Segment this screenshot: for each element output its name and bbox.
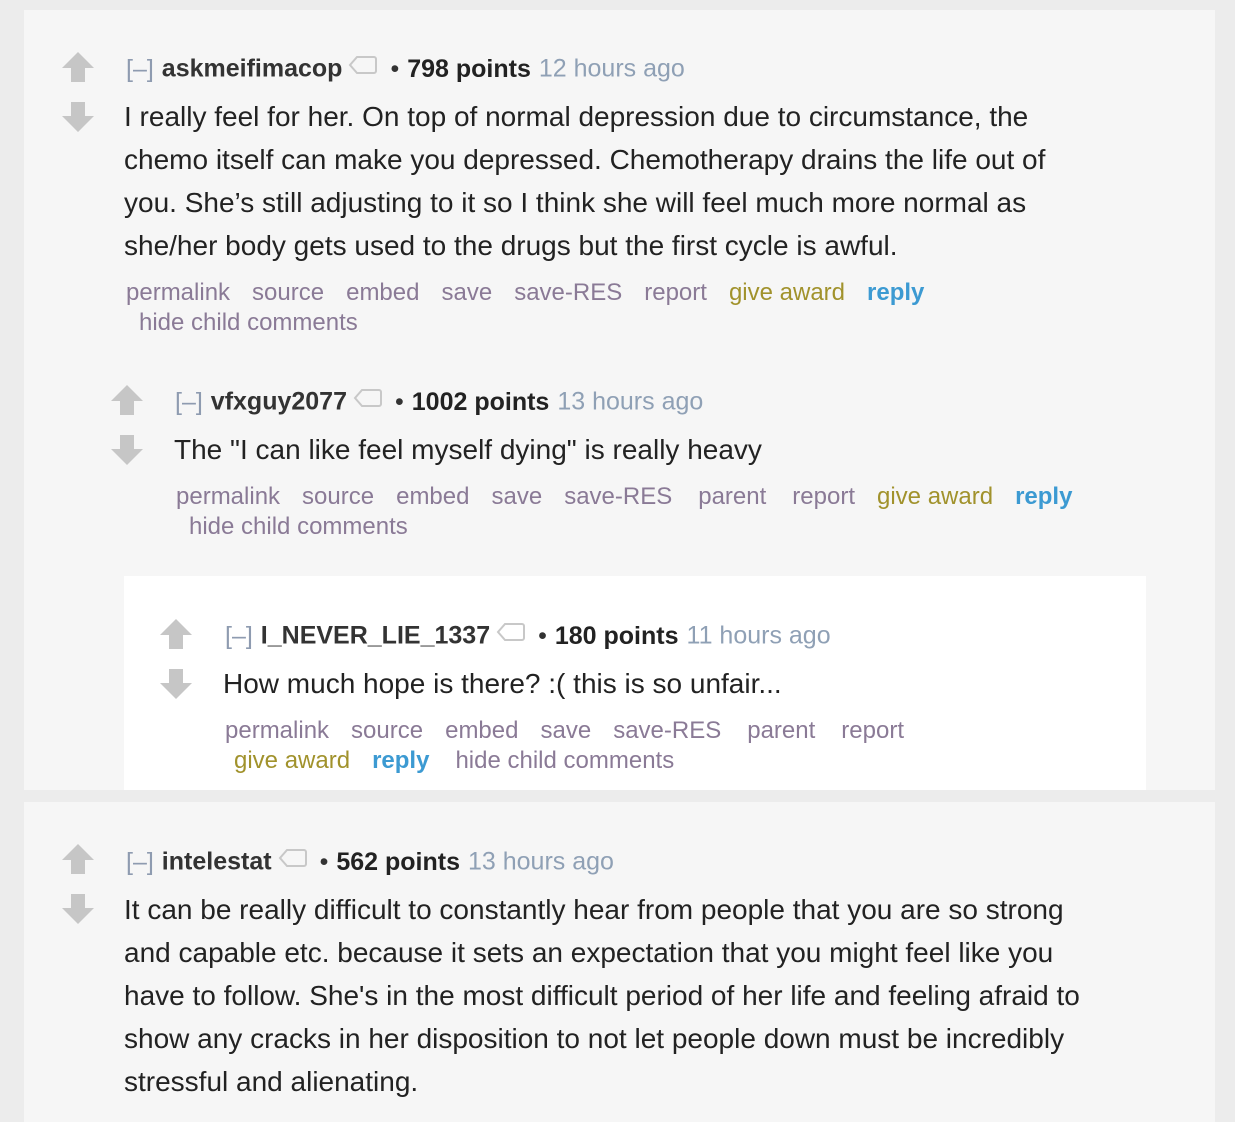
source-link[interactable]: source [252,279,324,306]
comment-buttons-row2: hide child comments [189,512,408,542]
comment-tagline: [–] askmeifimacop • 798 points 12 hours ago [126,52,685,88]
give-award-link[interactable]: give award [234,747,350,774]
embed-link[interactable]: embed [346,279,419,306]
downvote-arrow-icon[interactable] [60,892,96,926]
embed-link[interactable]: embed [396,483,469,510]
upvote-arrow-icon[interactable] [158,617,194,651]
upvote-arrow-icon[interactable] [109,383,145,417]
parent-link[interactable]: parent [747,717,815,744]
comment-body-line: The "I can like feel myself dying" is re… [174,434,762,465]
downvote-arrow-icon[interactable] [60,100,96,134]
collapse-toggle[interactable]: [–] [225,622,253,650]
user-tag-icon[interactable] [353,385,383,415]
comment-body-line: I really feel for her. On top of normal … [124,101,1029,132]
comment-body-line: she/her body gets used to the drugs but … [124,230,898,261]
comment-tagline: [–] I_NEVER_LIE_1337 • 180 points 11 hours a… [225,619,831,655]
comment-timestamp: 13 hours ago [557,387,704,416]
comment-body-line: It can be really difficult to constantly… [124,894,1064,925]
comment-timestamp: 12 hours ago [538,54,685,83]
comment-score: 798 points [407,54,531,83]
comment-tagline: [–] intelestat • 562 points 13 hours ago [126,845,614,881]
report-link[interactable]: report [792,483,855,510]
comment-author[interactable]: vfxguy2077 [211,388,347,416]
report-link[interactable]: report [841,717,904,744]
collapse-toggle[interactable]: [–] [175,388,203,416]
comment-body: How much hope is there? :( this is so un… [223,662,782,705]
reply-link[interactable]: reply [1015,483,1072,510]
save-link[interactable]: save [441,279,492,306]
comment-body-line: and capable etc. because it sets an expe… [124,937,1054,968]
comment-body-line: have to follow. She's in the most diffic… [124,980,1080,1011]
reply-link[interactable]: reply [372,747,429,774]
user-tag-icon[interactable] [496,619,526,649]
give-award-link[interactable]: give award [877,483,993,510]
comment-body-line: chemo itself can make you depressed. Che… [124,144,1046,175]
parent-link[interactable]: parent [698,483,766,510]
report-link[interactable]: report [644,279,707,306]
comment-buttons: permalink source embed save save-RES report gi… [126,278,924,308]
permalink-link[interactable]: permalink [126,279,230,306]
comment-body: I really feel for her. On top of normal … [124,95,1045,267]
give-award-link[interactable]: give award [729,279,845,306]
separator-dot: • [538,621,547,650]
comment-buttons-row2: hide child comments [139,308,358,338]
comment-body: The "I can like feel myself dying" is re… [174,428,762,471]
permalink-link[interactable]: permalink [225,717,329,744]
upvote-arrow-icon[interactable] [60,842,96,876]
upvote-arrow-icon[interactable] [60,50,96,84]
embed-link[interactable]: embed [445,717,518,744]
comment-author[interactable]: I_NEVER_LIE_1337 [261,622,490,650]
permalink-link[interactable]: permalink [176,483,280,510]
save-res-link[interactable]: save-RES [613,717,721,744]
comment-buttons-row2: give award reply hide child comments [234,746,674,776]
comment-body: It can be really difficult to constantly… [124,888,1080,1103]
save-res-link[interactable]: save-RES [514,279,622,306]
save-link[interactable]: save [491,483,542,510]
user-tag-icon[interactable] [278,845,308,875]
collapse-toggle[interactable]: [–] [126,55,154,83]
hide-child-comments-link[interactable]: hide child comments [189,513,408,540]
hide-child-comments-link[interactable]: hide child comments [139,309,358,336]
comment-timestamp: 13 hours ago [467,847,614,876]
comment-score: 562 points [336,847,460,876]
comment-body-line: show any cracks in her disposition to no… [124,1023,1065,1054]
separator-dot: • [390,54,400,83]
collapse-toggle[interactable]: [–] [126,848,154,876]
comment-body-line: you. She’s still adjusting to it so I th… [124,187,1027,218]
hide-child-comments-link[interactable]: hide child comments [455,747,674,774]
comment-author[interactable]: askmeifimacop [162,55,343,83]
comment-buttons: permalink source embed save save-RES parent re… [225,716,904,746]
comment-tagline: [–] vfxguy2077 • 1002 points 13 hours ago [175,385,703,421]
reply-link[interactable]: reply [867,279,924,306]
save-res-link[interactable]: save-RES [564,483,672,510]
separator-dot: • [319,847,329,876]
comment-score: 180 points [554,621,679,650]
downvote-arrow-icon[interactable] [158,667,194,701]
comment-score: 1002 points [411,387,550,416]
comment-author[interactable]: intelestat [162,848,272,876]
comment-body-line: stressful and alienating. [124,1066,419,1097]
source-link[interactable]: source [302,483,374,510]
save-link[interactable]: save [540,717,591,744]
downvote-arrow-icon[interactable] [109,433,145,467]
comment-timestamp: 11 hours ago [686,621,831,650]
comment-buttons: permalink source embed save save-RES parent re… [176,482,1072,512]
separator-dot: • [395,387,404,416]
source-link[interactable]: source [351,717,423,744]
user-tag-icon[interactable] [348,52,378,82]
comment-body-line: How much hope is there? :( this is so un… [223,668,782,699]
